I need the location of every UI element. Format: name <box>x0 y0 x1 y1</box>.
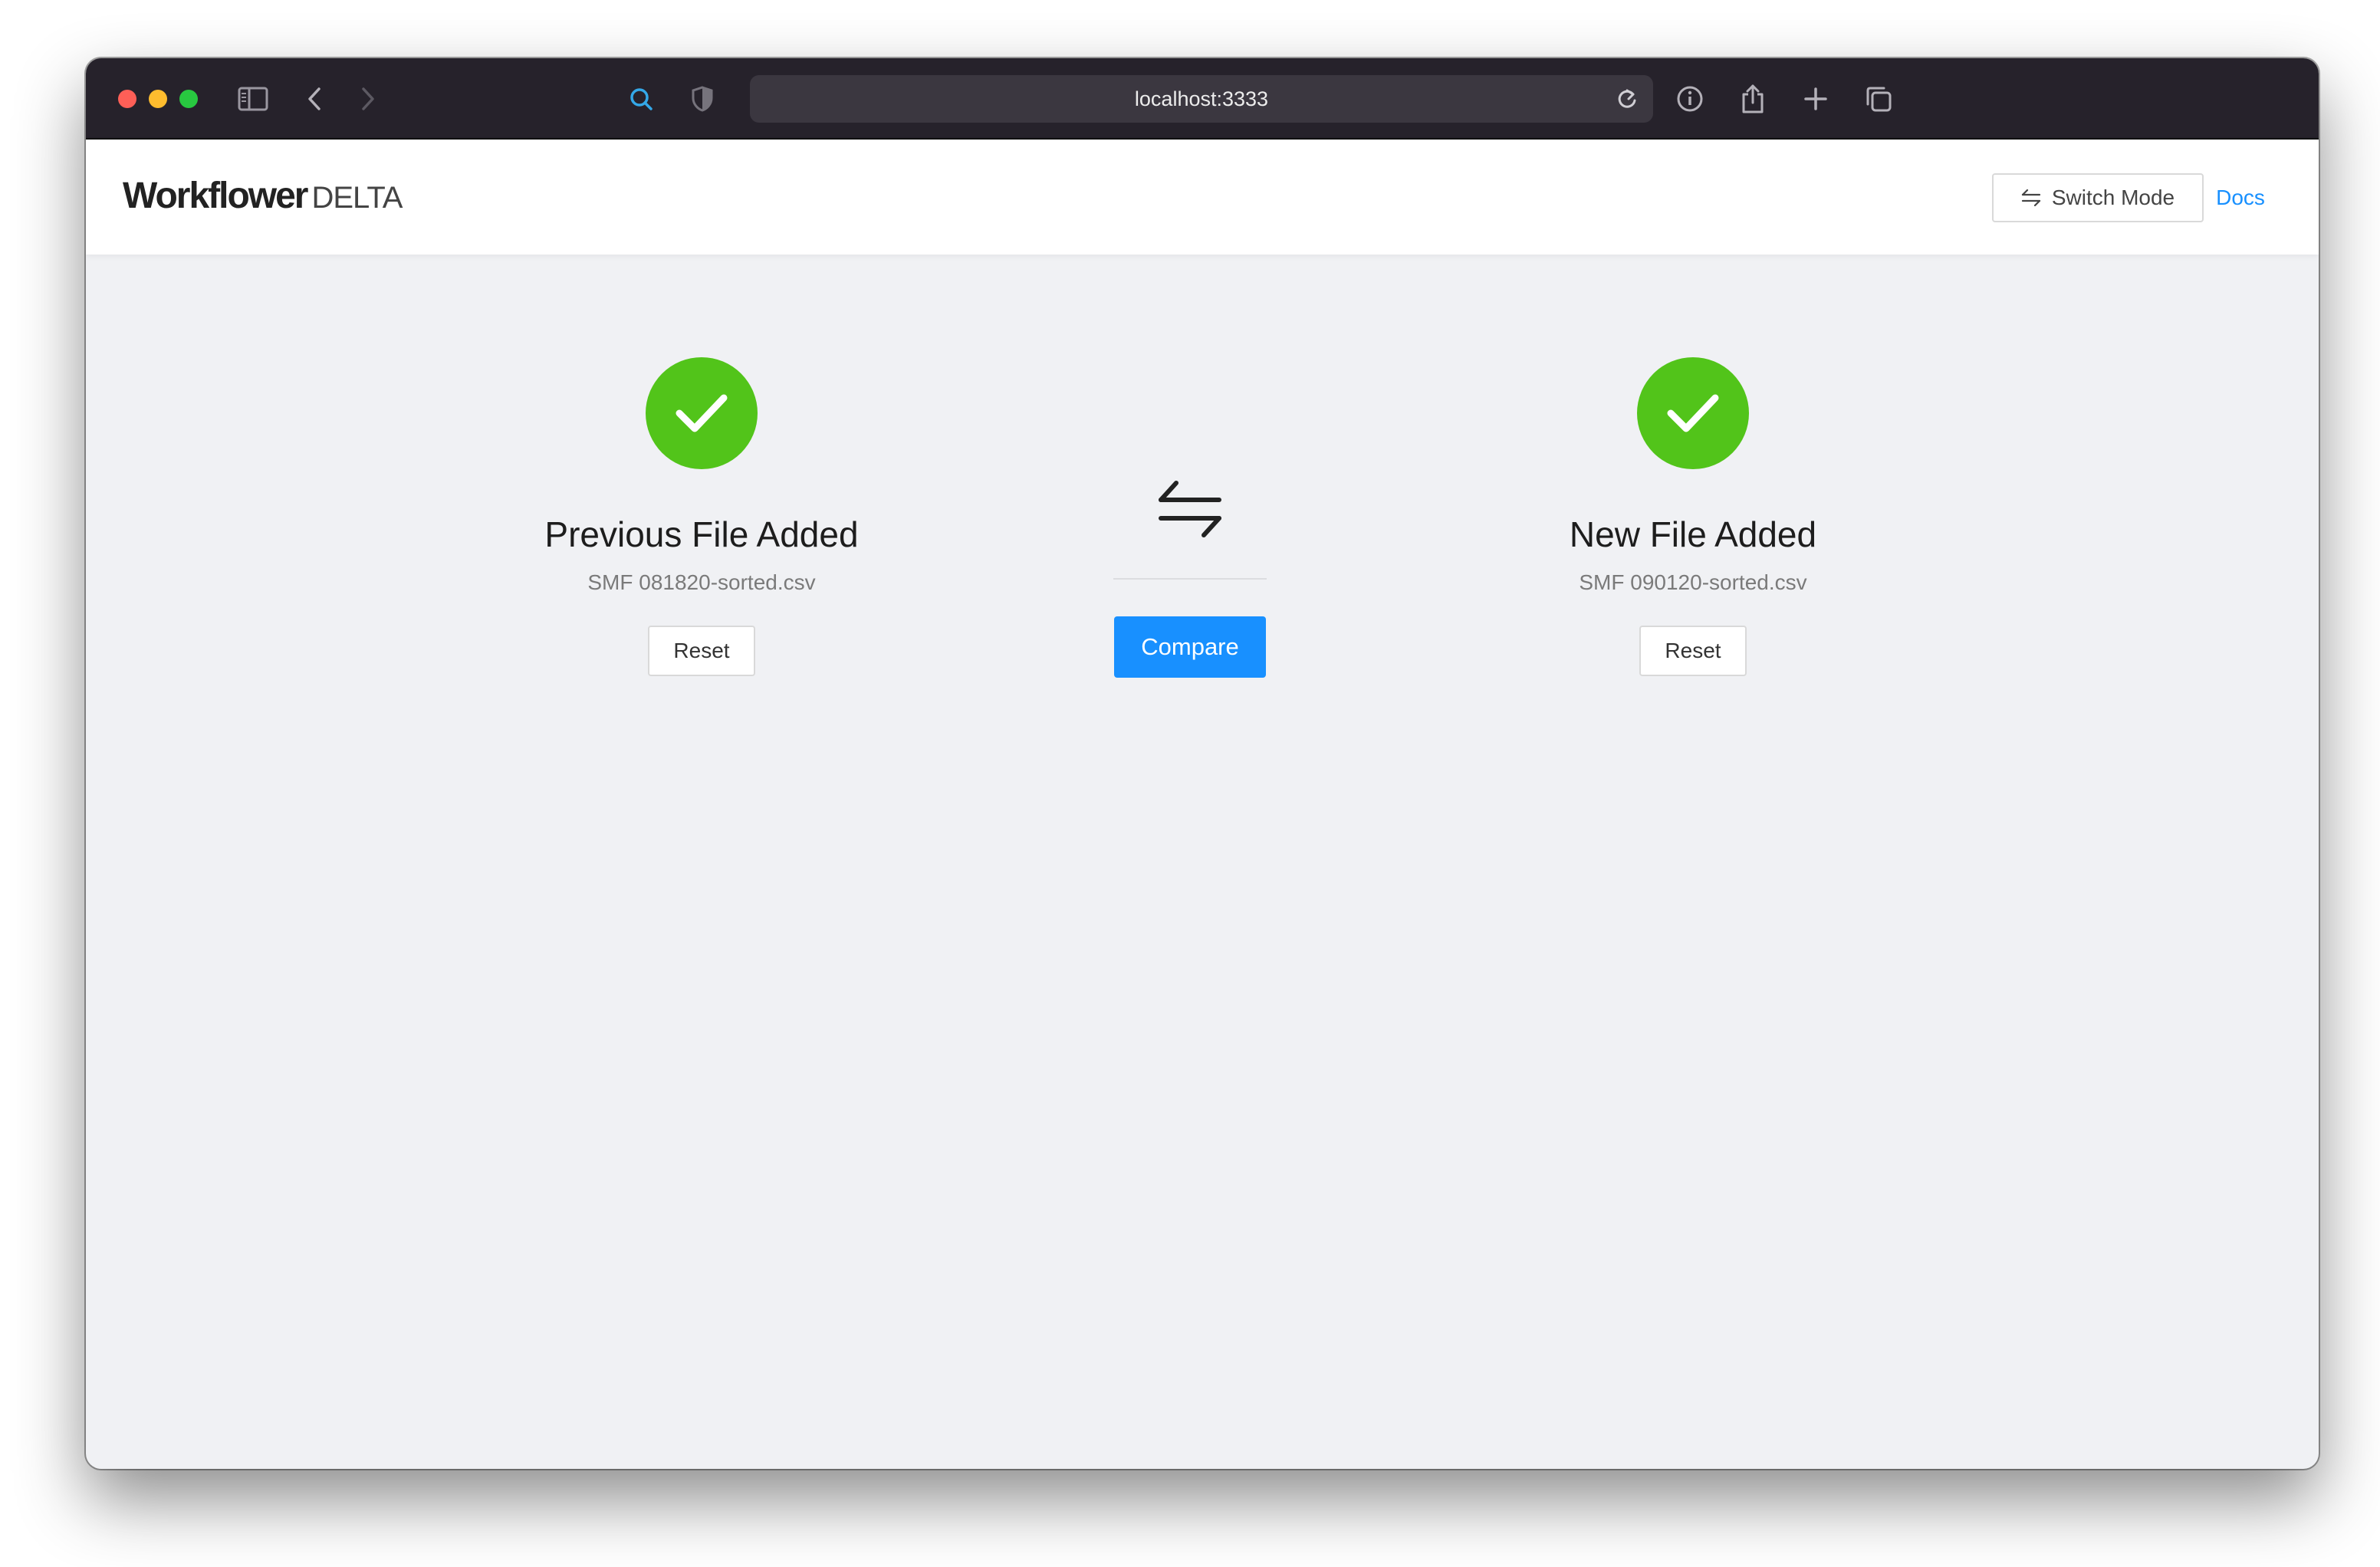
tab-overview-icon[interactable] <box>1860 80 1897 117</box>
app-logo[interactable]: Workflower DELTA <box>123 175 403 217</box>
new-file-panel: New File Added SMF 090120-sorted.csv Res… <box>1463 357 1923 676</box>
zoom-window-button[interactable] <box>179 90 198 108</box>
switch-mode-button[interactable]: Switch Mode <box>1992 173 2204 222</box>
previous-reset-button[interactable]: Reset <box>648 626 755 676</box>
switch-mode-label: Switch Mode <box>2051 186 2175 209</box>
logo-sub-text: DELTA <box>311 181 403 215</box>
search-extension-icon[interactable] <box>623 80 659 117</box>
address-bar[interactable]: localhost:3333 <box>750 75 1653 123</box>
close-window-button[interactable] <box>118 90 136 108</box>
new-tab-icon[interactable] <box>1797 80 1834 117</box>
url-text: localhost:3333 <box>1134 87 1269 110</box>
docs-link[interactable]: Docs <box>2194 173 2286 222</box>
arrows-swap-icon <box>1159 481 1221 537</box>
reload-icon[interactable] <box>1609 80 1645 117</box>
browser-toolbar: localhost:3333 <box>86 58 2319 140</box>
browser-window: localhost:3333 Workflower DELTA Switch M… <box>86 58 2319 1469</box>
previous-file-name: SMF 081820-sorted.csv <box>587 570 816 594</box>
info-icon[interactable] <box>1672 80 1708 117</box>
logo-main-text: Workflower <box>123 176 308 216</box>
check-icon <box>1637 357 1749 469</box>
new-file-name: SMF 090120-sorted.csv <box>1579 570 1807 594</box>
sidebar-icon[interactable] <box>235 80 271 117</box>
new-file-title: New File Added <box>1569 514 1817 554</box>
forward-icon[interactable] <box>350 80 386 117</box>
share-icon[interactable] <box>1734 80 1771 117</box>
compare-column: Compare <box>1113 472 1267 678</box>
check-icon <box>646 357 758 469</box>
previous-file-panel: Previous File Added SMF 081820-sorted.cs… <box>472 357 932 676</box>
new-reset-button[interactable]: Reset <box>1639 626 1747 676</box>
privacy-shield-icon[interactable] <box>684 80 721 117</box>
previous-file-title: Previous File Added <box>544 514 859 554</box>
minimize-window-button[interactable] <box>149 90 167 108</box>
compare-button[interactable]: Compare <box>1114 616 1266 678</box>
back-icon[interactable] <box>296 80 333 117</box>
center-divider <box>1113 578 1267 580</box>
swap-small-icon <box>2021 189 2040 206</box>
app-header: Workflower DELTA Switch Mode Docs <box>86 140 2319 255</box>
